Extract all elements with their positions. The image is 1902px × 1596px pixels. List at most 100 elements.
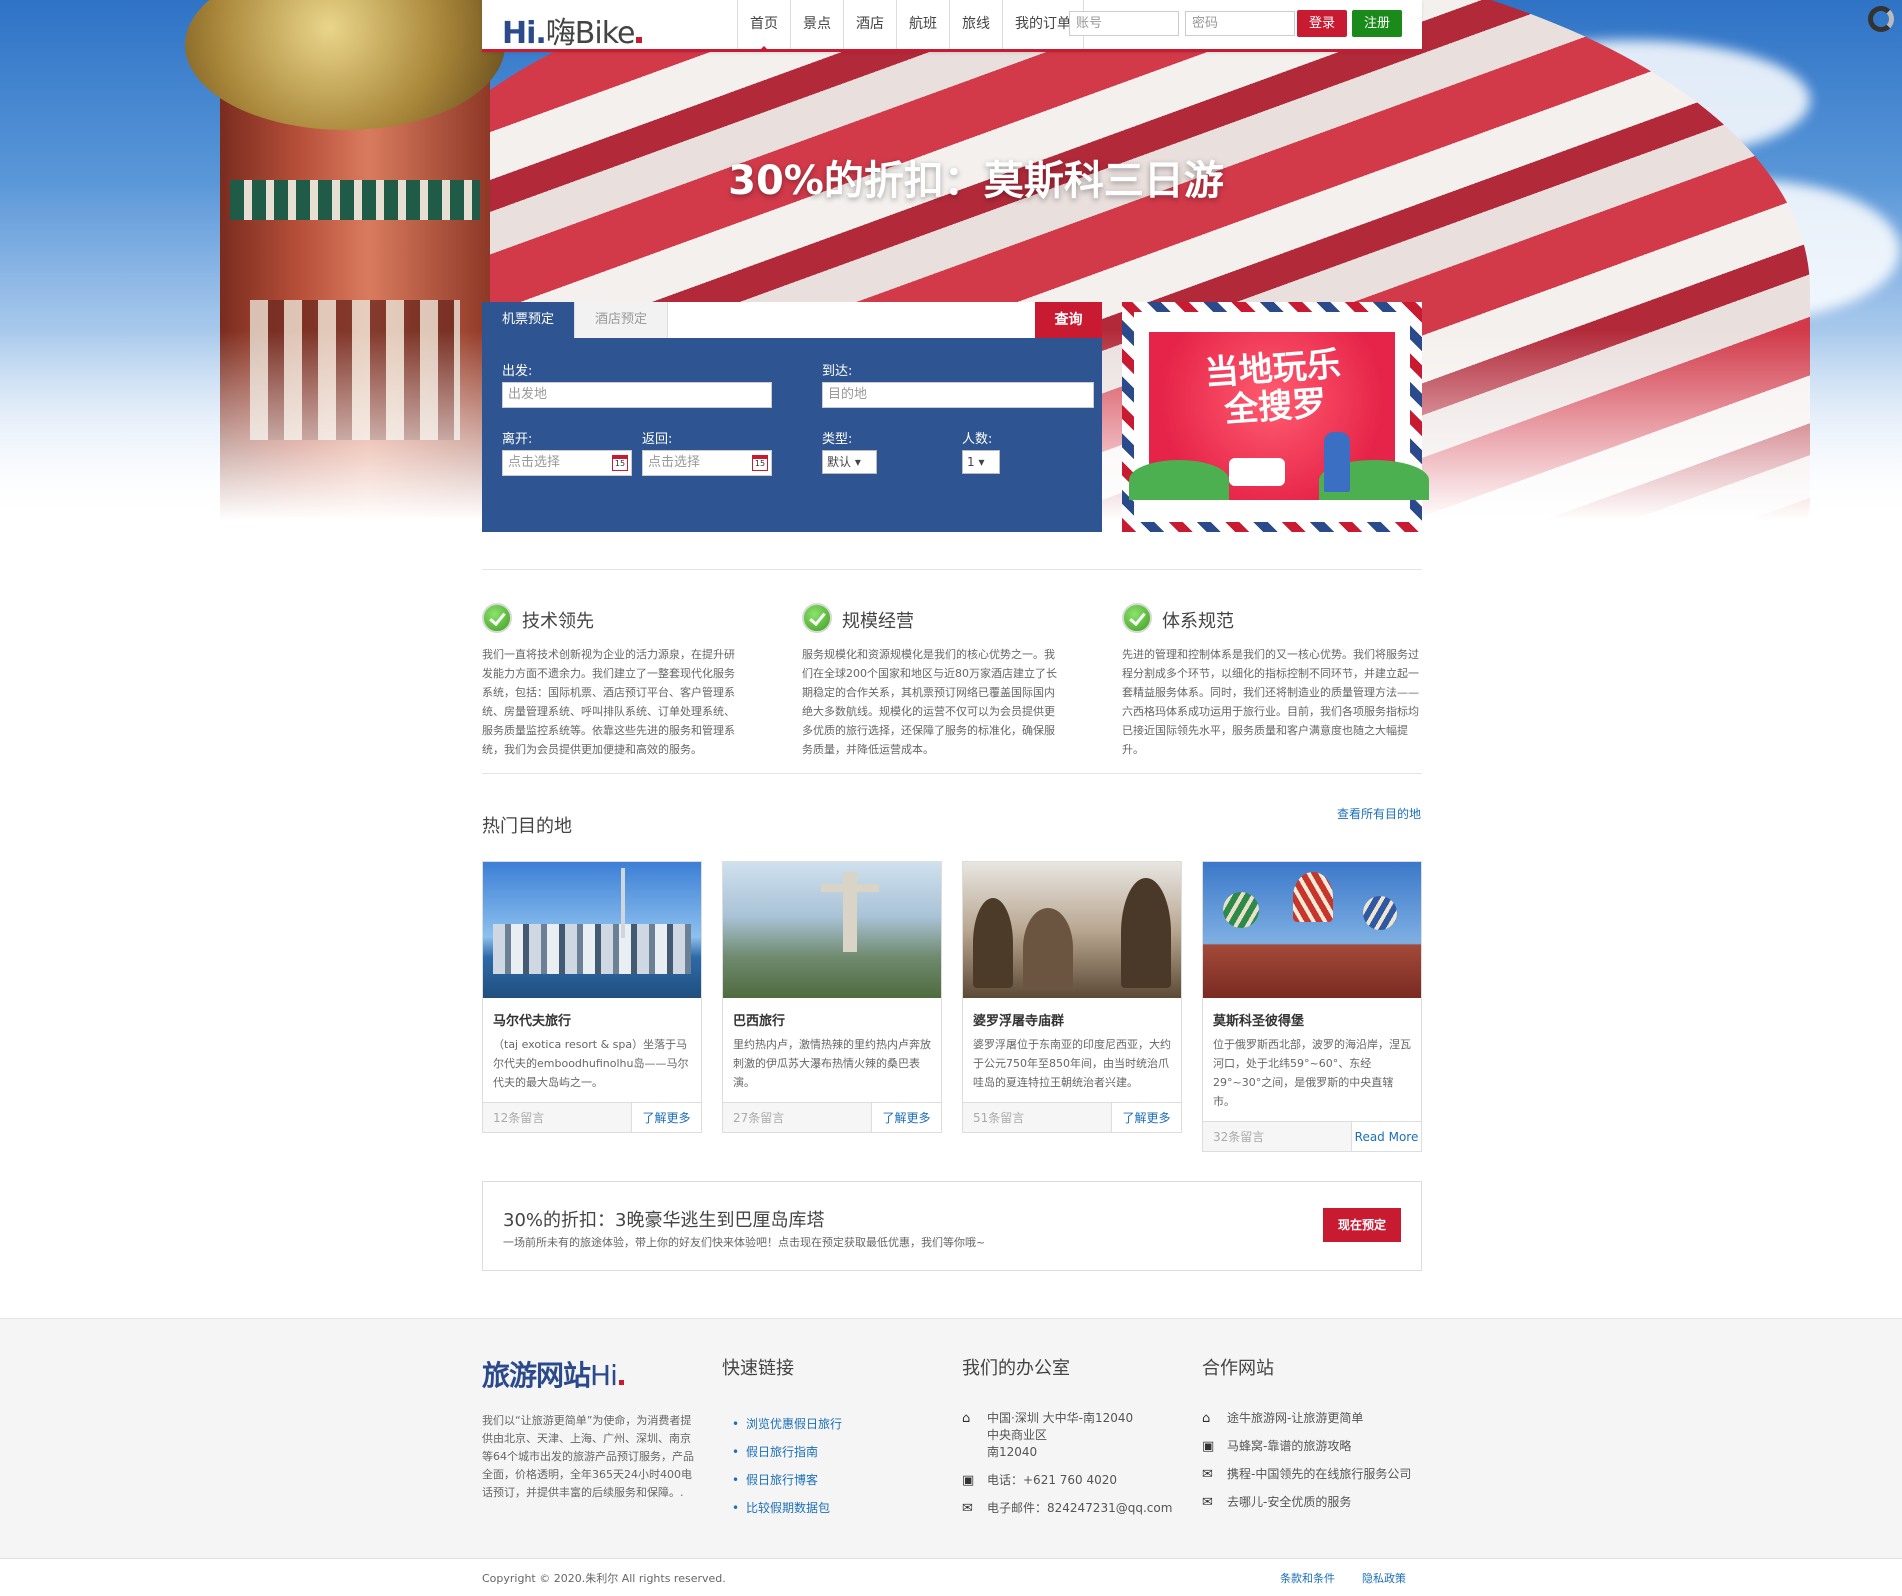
card-desc: （taj exotica resort & spa）坐落于马尔代夫的embood…	[493, 1038, 689, 1089]
quick-link[interactable]: 比较假期数据包	[722, 1494, 942, 1522]
divider	[482, 569, 1422, 570]
card-desc: 位于俄罗斯西北部，波罗的海沿岸，涅瓦河口，处于北纬59°~60°、东经29°~3…	[1213, 1038, 1411, 1108]
partner-link[interactable]: ✉ 携程-中国领先的在线旅行服务公司	[1202, 1466, 1422, 1483]
main-menu: 首页 景点 酒店 航班 旅线 我的订单	[737, 0, 1084, 52]
home-icon: ⌂	[1202, 1411, 1211, 1426]
card-desc: 婆罗浮屠位于东南亚的印度尼西亚，大约于公元750年至850年间，由当时统治爪哇岛…	[973, 1038, 1171, 1089]
from-input[interactable]: 出发地	[502, 382, 772, 408]
comment-count: 51条留言	[973, 1111, 1025, 1125]
briefcase-icon: ▣	[1202, 1439, 1215, 1454]
comment-count: 12条留言	[493, 1111, 545, 1125]
deal-banner: 30%的折扣：3晚豪华逃生到巴厘岛库塔 一场前所未有的旅途体验，带上你的好友们快…	[482, 1181, 1422, 1271]
calendar-icon[interactable]: 15	[752, 455, 768, 471]
calendar-icon[interactable]: 15	[612, 455, 628, 471]
card-title[interactable]: 巴西旅行	[723, 998, 941, 1035]
hill	[1129, 460, 1229, 500]
depart-date-input[interactable]: 点击选择 15	[502, 450, 632, 476]
depart-label: 离开:	[502, 432, 533, 447]
mail-icon: ✉	[1202, 1495, 1213, 1510]
feature-title: 体系规范	[1162, 611, 1234, 632]
more-link[interactable]: 了解更多	[631, 1103, 701, 1132]
footer-heading: 快速链接	[722, 1358, 794, 1379]
terms-link[interactable]: 条款和条件	[1280, 1570, 1335, 1586]
moscow-photo	[1203, 862, 1421, 998]
feature-text: 服务规模化和资源规模化是我们的核心优势之一。我们在全球200个国家和地区与近80…	[802, 648, 1057, 756]
office-email: ✉ 电子邮件：824247231@qq.com	[962, 1501, 1173, 1516]
promo-stamp[interactable]: 当地玩乐 全搜罗	[1122, 302, 1429, 532]
password-input[interactable]: 密码	[1185, 11, 1295, 36]
to-label: 到达:	[822, 364, 853, 379]
menu-home[interactable]: 首页	[738, 0, 791, 52]
destination-card[interactable]: 马尔代夫旅行 （taj exotica resort & spa）坐落于马尔代夫…	[482, 861, 702, 1133]
quick-link[interactable]: 浏览优惠假日旅行	[722, 1410, 942, 1438]
check-icon	[802, 603, 832, 633]
quick-link[interactable]: 假日旅行指南	[722, 1438, 942, 1466]
traveler-icon	[1324, 432, 1350, 492]
mail-icon: ✉	[962, 1501, 973, 1516]
footer-logo[interactable]: 旅游网站Hi	[482, 1354, 697, 1394]
footer	[0, 1318, 1902, 1558]
hero-title: 30%的折扣：莫斯科三日游	[728, 158, 1224, 204]
query-button[interactable]: 查询	[1035, 302, 1102, 338]
register-button[interactable]: 注册	[1352, 10, 1402, 37]
bottom-bar	[0, 1558, 1902, 1596]
booking-panel: 机票预定 酒店预定 查询 出发: 出发地 到达: 目的地 离开: 点击选择 15 …	[482, 302, 1102, 532]
tab-hotel[interactable]: 酒店预定	[575, 302, 668, 338]
menu-attractions[interactable]: 景点	[791, 0, 844, 49]
office-phone: ▣ 电话：+621 760 4020	[962, 1473, 1118, 1488]
card-title[interactable]: 莫斯科圣彼得堡	[1203, 998, 1421, 1035]
return-date-input[interactable]: 点击选择 15	[642, 450, 772, 476]
feature-title: 技术领先	[522, 611, 594, 632]
copyright: Copyright © 2020.朱利尔 All rights reserved…	[482, 1572, 726, 1585]
type-label: 类型:	[822, 432, 853, 447]
login-button[interactable]: 登录	[1297, 10, 1347, 37]
home-icon: ⌂	[962, 1411, 971, 1426]
destination-card[interactable]: 巴西旅行 里约热内卢，激情热辣的里约热内卢奔放刺激的伊瓜苏大瀑布热情火辣的桑巴表…	[722, 861, 942, 1133]
card-title[interactable]: 婆罗浮屠寺庙群	[963, 998, 1181, 1035]
partner-link[interactable]: ⌂ 途牛旅游网-让旅游更简单	[1202, 1410, 1422, 1427]
partner-link[interactable]: ✉ 去哪儿-安全优质的服务	[1202, 1494, 1422, 1511]
people-select[interactable]: 1 ▾	[962, 450, 1000, 474]
more-link[interactable]: Read More	[1351, 1122, 1421, 1151]
destination-card[interactable]: 莫斯科圣彼得堡 位于俄罗斯西北部，波罗的海沿岸，涅瓦河口，处于北纬59°~60°…	[1202, 861, 1422, 1152]
menu-flights[interactable]: 航班	[897, 0, 950, 49]
to-input[interactable]: 目的地	[822, 382, 1094, 408]
booking-tabs: 机票预定 酒店预定 查询	[482, 302, 1102, 338]
return-label: 返回:	[642, 432, 673, 447]
footer-partners: 合作网站 ⌂ 途牛旅游网-让旅游更简单 ▣ 马蜂窝-靠谱的旅游攻略 ✉ 携程-中国领先…	[1202, 1354, 1422, 1522]
more-link[interactable]: 了解更多	[871, 1103, 941, 1132]
site-logo[interactable]: Hi.嗨Bike	[502, 8, 643, 52]
mail-icon: ✉	[1202, 1467, 1213, 1482]
section-title: 热门目的地	[482, 816, 572, 837]
partner-link[interactable]: ▣ 马蜂窝-靠谱的旅游攻略	[1202, 1438, 1422, 1455]
check-icon	[1122, 603, 1152, 633]
van-icon	[1229, 458, 1285, 486]
menu-routes[interactable]: 旅线	[950, 0, 1003, 49]
feature-text: 先进的管理和控制体系是我们的又一核心优势。我们将服务过程分割成多个环节，以细化的…	[1122, 648, 1419, 756]
banner-title: 30%的折扣：3晚豪华逃生到巴厘岛库塔	[503, 1210, 825, 1231]
card-title[interactable]: 马尔代夫旅行	[483, 998, 701, 1035]
brazil-photo	[723, 862, 941, 998]
quick-link[interactable]: 假日旅行博客	[722, 1466, 942, 1494]
account-input[interactable]: 账号	[1069, 11, 1179, 36]
comment-count: 27条留言	[733, 1111, 785, 1125]
menu-hotels[interactable]: 酒店	[844, 0, 897, 49]
promo-illustration: 当地玩乐 全搜罗	[1129, 332, 1429, 500]
feature-text: 我们一直将技术创新视为企业的活力源泉，在提升研发能力方面不遗余力。我们建立了一整…	[482, 648, 735, 756]
about-text: 我们以“让旅游更简单”为使命，为消费者提供由北京、天津、上海、广州、深圳、南京等…	[482, 1414, 694, 1499]
tab-flight[interactable]: 机票预定	[482, 302, 575, 338]
type-select[interactable]: 默认 ▾	[822, 450, 877, 474]
from-label: 出发:	[502, 364, 533, 379]
comment-count: 32条留言	[1213, 1130, 1265, 1144]
banner-desc: 一场前所未有的旅途体验，带上你的好友们快来体验吧！点击现在预定获取最低优惠，我们…	[503, 1236, 986, 1249]
loading-icon[interactable]	[1868, 6, 1894, 32]
more-link[interactable]: 了解更多	[1111, 1103, 1181, 1132]
book-now-button[interactable]: 现在预定	[1323, 1208, 1401, 1242]
footer-quick-links: 快速链接 浏览优惠假日旅行 假日旅行指南 假日旅行博客 比较假期数据包	[722, 1354, 942, 1522]
footer-heading: 我们的办公室	[962, 1358, 1070, 1379]
privacy-link[interactable]: 隐私政策	[1362, 1570, 1406, 1586]
feature-title: 规模经营	[842, 611, 914, 632]
footer-heading: 合作网站	[1202, 1358, 1274, 1379]
see-all-link[interactable]: 查看所有目的地	[1337, 805, 1421, 822]
destination-card[interactable]: 婆罗浮屠寺庙群 婆罗浮屠位于东南亚的印度尼西亚，大约于公元750年至850年间，…	[962, 861, 1182, 1133]
